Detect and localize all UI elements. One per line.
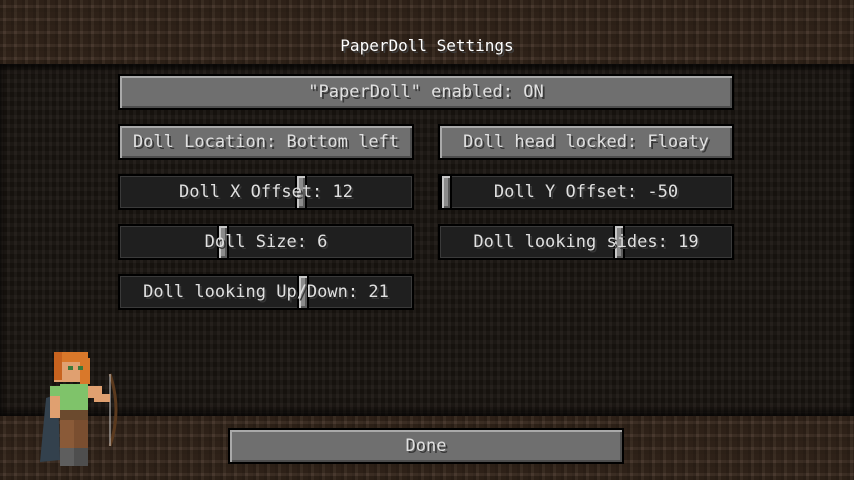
doll-y-offset-slider-handle[interactable]	[440, 174, 452, 210]
doll-looking-updown-slider[interactable]: Doll looking Up/Down: 21	[118, 274, 414, 310]
doll-looking-updown-label: Doll looking Up/Down: 21	[143, 282, 389, 302]
doll-looking-sides-slider[interactable]: Doll looking sides: 19	[438, 224, 734, 260]
doll-y-offset-label: Doll Y Offset: -50	[493, 182, 679, 202]
doll-location-button[interactable]: Doll Location: Bottom left	[118, 124, 414, 160]
doll-looking-sides-label: Doll looking sides: 19	[473, 232, 699, 252]
doll-head-locked-button[interactable]: Doll head locked: Floaty	[438, 124, 734, 160]
doll-size-label: Doll Size: 6	[204, 232, 328, 252]
doll-size-slider[interactable]: Doll Size: 6	[118, 224, 414, 260]
paper-doll-player-model	[40, 352, 118, 466]
done-button[interactable]: Done	[228, 428, 624, 464]
doll-x-offset-slider[interactable]: Doll X Offset: 12	[118, 174, 414, 210]
doll-y-offset-slider[interactable]: Doll Y Offset: -50	[438, 174, 734, 210]
screen-title: PaperDoll Settings	[340, 36, 514, 55]
paperdoll-enabled-toggle[interactable]: "PaperDoll" enabled: ON	[118, 74, 734, 110]
doll-x-offset-label: Doll X Offset: 12	[179, 182, 353, 202]
